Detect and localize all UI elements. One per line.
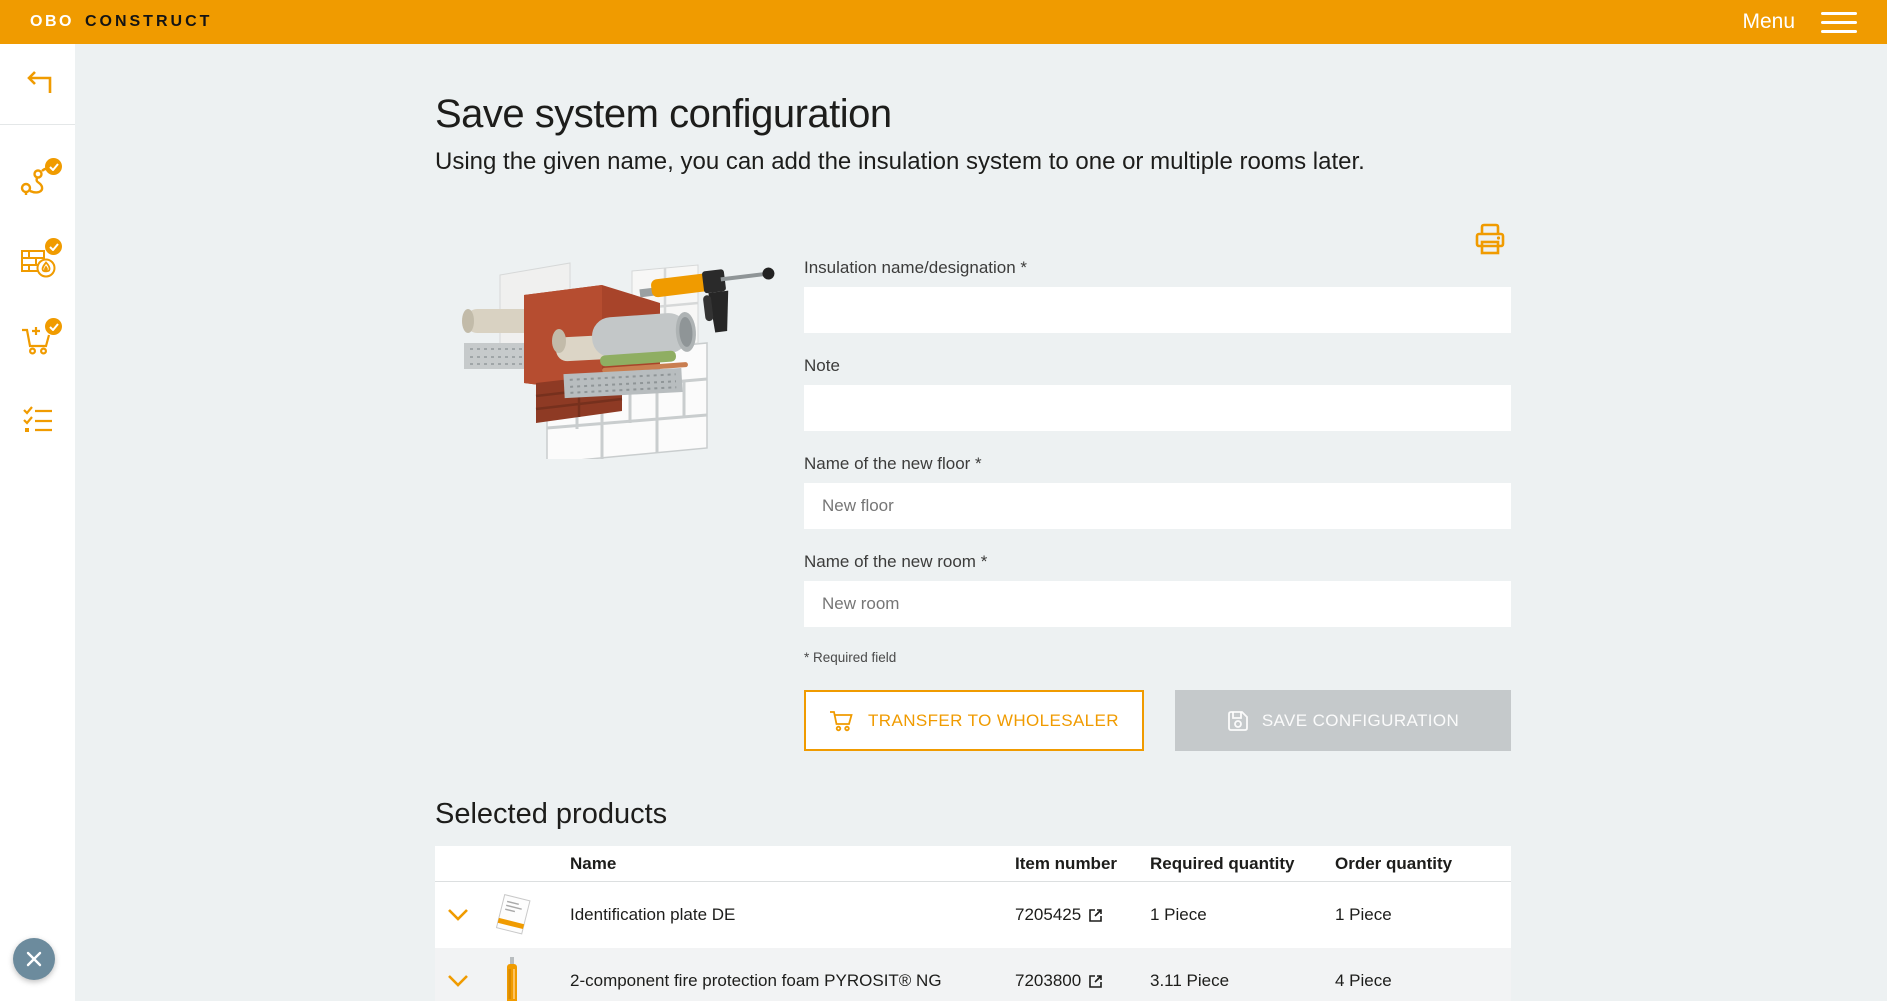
- new-floor-label: Name of the new floor *: [804, 454, 1511, 474]
- cart-icon: [829, 709, 855, 733]
- sidebar-item-routing[interactable]: [0, 140, 75, 220]
- column-header-required-quantity: Required quantity: [1150, 854, 1335, 874]
- menu-label[interactable]: Menu: [1742, 10, 1795, 34]
- hamburger-icon[interactable]: [1821, 6, 1857, 39]
- logo-obo-text: OBO: [30, 13, 74, 31]
- product-thumbnail: [490, 955, 534, 1001]
- sidebar-back-button[interactable]: [0, 44, 75, 125]
- save-configuration-button[interactable]: SAVE CONFIGURATION: [1175, 690, 1511, 751]
- sidebar-item-summary[interactable]: [0, 380, 75, 460]
- selected-products-section: Selected products Name Item number Requi…: [435, 798, 1511, 1001]
- order-quantity: 1 Piece: [1335, 905, 1511, 925]
- column-header-item-number: Item number: [1015, 854, 1150, 874]
- note-label: Note: [804, 356, 1511, 376]
- page-subtitle: Using the given name, you can add the in…: [435, 148, 1365, 176]
- step-complete-badge: [45, 238, 62, 255]
- check-icon: [49, 323, 59, 331]
- expand-row-button[interactable]: [435, 908, 490, 922]
- sidebar: [0, 44, 75, 1001]
- chevron-down-icon: [447, 974, 469, 988]
- column-header-name: Name: [565, 854, 1015, 874]
- page-title: Save system configuration: [435, 92, 892, 137]
- sidebar-item-cart[interactable]: [0, 300, 75, 380]
- logo-construct-text: CONSTRUCT: [85, 13, 212, 31]
- chevron-down-icon: [447, 908, 469, 922]
- item-number-text: 7203800: [1015, 971, 1081, 991]
- obo-construct-logo[interactable]: OBO CONSTRUCT: [30, 13, 212, 31]
- check-icon: [49, 243, 59, 251]
- expand-row-button[interactable]: [435, 974, 490, 988]
- item-number-link[interactable]: 7203800: [1015, 971, 1140, 991]
- product-thumbnail: [490, 893, 534, 937]
- step-complete-badge: [45, 158, 62, 175]
- transfer-to-wholesaler-button[interactable]: TRANSFER TO WHOLESALER: [804, 690, 1144, 751]
- insulation-name-input[interactable]: [804, 287, 1511, 333]
- required-quantity: 1 Piece: [1150, 905, 1335, 925]
- item-number-text: 7205425: [1015, 905, 1081, 925]
- back-arrow-icon: [21, 69, 55, 99]
- table-row: 2-component fire protection foam PYROSIT…: [435, 948, 1511, 1001]
- check-icon: [49, 163, 59, 171]
- external-link-icon: [1088, 908, 1103, 923]
- note-input[interactable]: [804, 385, 1511, 431]
- item-number-link[interactable]: 7205425: [1015, 905, 1140, 925]
- external-link-icon: [1088, 974, 1103, 989]
- selected-products-table: Name Item number Required quantity Order…: [435, 846, 1511, 1001]
- sidebar-item-fire-protection[interactable]: [0, 220, 75, 300]
- required-field-note: * Required field: [804, 650, 1511, 665]
- app-header: OBO CONSTRUCT Menu: [0, 0, 1887, 44]
- table-row: Identification plate DE 7205425 1 Piece …: [435, 882, 1511, 948]
- order-quantity: 4 Piece: [1335, 971, 1511, 991]
- insulation-system-illustration: [452, 243, 776, 459]
- save-icon: [1227, 710, 1249, 732]
- close-fab-button[interactable]: [13, 938, 55, 980]
- selected-products-heading: Selected products: [435, 798, 1511, 831]
- required-quantity: 3.11 Piece: [1150, 971, 1335, 991]
- transfer-button-label: TRANSFER TO WHOLESALER: [868, 711, 1119, 731]
- new-room-label: Name of the new room *: [804, 552, 1511, 572]
- step-complete-badge: [45, 318, 62, 335]
- close-icon: [25, 950, 43, 968]
- print-icon: [1471, 220, 1509, 258]
- table-header-row: Name Item number Required quantity Order…: [435, 846, 1511, 882]
- new-room-input[interactable]: [804, 581, 1511, 627]
- new-floor-input[interactable]: [804, 483, 1511, 529]
- insulation-name-label: Insulation name/designation *: [804, 258, 1511, 278]
- save-configuration-form: Insulation name/designation * Note Name …: [804, 258, 1511, 751]
- save-button-label: SAVE CONFIGURATION: [1262, 711, 1459, 731]
- checklist-icon: [20, 404, 56, 436]
- product-name: 2-component fire protection foam PYROSIT…: [565, 971, 1015, 991]
- print-button[interactable]: [1470, 220, 1510, 260]
- column-header-order-quantity: Order quantity: [1335, 854, 1511, 874]
- product-name: Identification plate DE: [565, 905, 1015, 925]
